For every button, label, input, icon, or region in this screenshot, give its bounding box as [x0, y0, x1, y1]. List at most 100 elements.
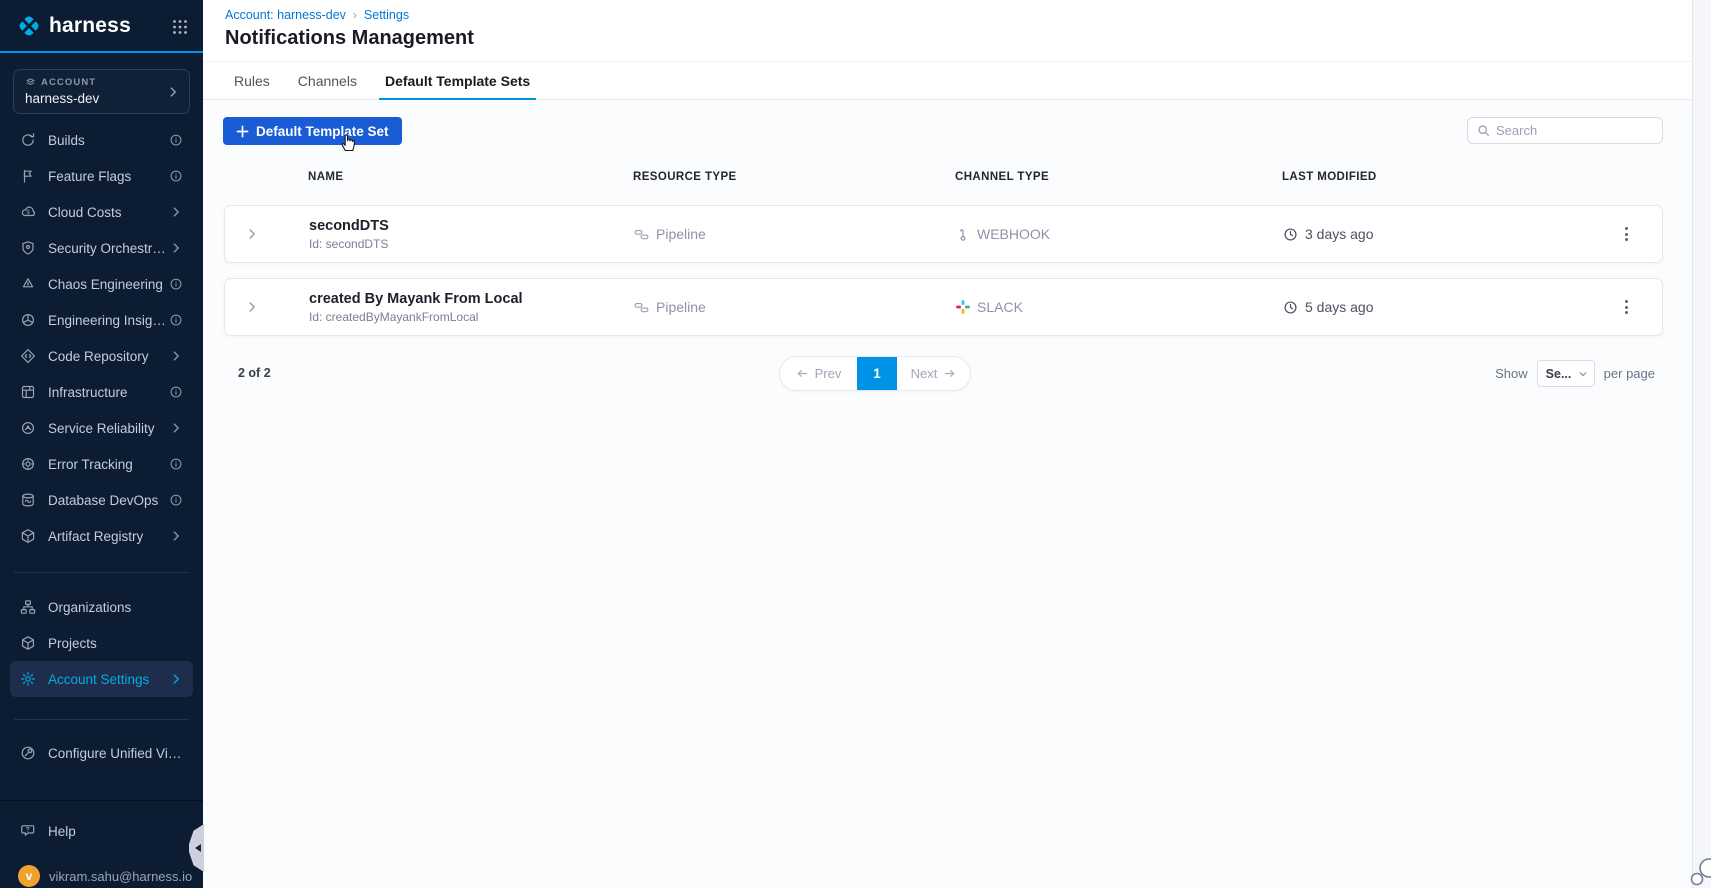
page-size-select[interactable]: Se...: [1536, 360, 1595, 387]
sidebar-item-artifact-registry[interactable]: Artifact Registry: [10, 518, 193, 554]
tab-rules[interactable]: Rules: [232, 62, 272, 99]
sidebar-item-chaos-engineering[interactable]: Chaos Engineering: [10, 266, 193, 302]
breadcrumb-account-link[interactable]: Account: harness-dev: [225, 8, 346, 22]
cloud-costs-icon: $: [20, 204, 36, 220]
sidebar-header: harness: [0, 0, 203, 53]
sidebar-item-infrastructure[interactable]: Infrastructure: [10, 374, 193, 410]
organizations-icon: [20, 599, 36, 615]
sidebar-item-code-repository[interactable]: Code Repository: [10, 338, 193, 374]
chaos-icon: [20, 276, 36, 292]
sidebar-item-label: Infrastructure: [48, 384, 128, 400]
chevron-down-icon: [1578, 369, 1588, 379]
chat-widget-icon[interactable]: [1689, 856, 1711, 893]
kebab-menu-button[interactable]: [1614, 295, 1638, 319]
breadcrumb: Account: harness-dev › Settings: [225, 8, 409, 22]
template-set-id: Id: createdByMayankFromLocal: [309, 309, 479, 324]
chevron-right-icon: [166, 85, 180, 99]
page-title: Notifications Management: [225, 27, 474, 49]
sidebar-item-label: Configure Unified View: [48, 745, 183, 761]
sidebar-nav-primary: Builds Feature Flags $ Cloud Costs Security …: [0, 122, 203, 554]
column-header-channel-type: CHANNEL TYPE: [955, 171, 1050, 183]
sidebar-item-organizations[interactable]: Organizations: [10, 589, 193, 625]
insights-icon: [20, 312, 36, 328]
breadcrumb-settings-link[interactable]: Settings: [364, 8, 409, 22]
app-root: { "sidebar": { "logo_text": "harness", "…: [0, 0, 1711, 888]
sidebar-nav-secondary: Organizations Projects Account Settings: [0, 589, 203, 697]
cell-channel-type: SLACK: [956, 299, 1283, 315]
user-profile-row[interactable]: v vikram.sahu@harness.io: [18, 865, 203, 887]
sidebar-item-label: Cloud Costs: [48, 204, 122, 220]
prev-page-button[interactable]: Prev: [780, 357, 857, 390]
table-row[interactable]: secondDTS Id: secondDTS Pipeline WEBHOOK: [224, 205, 1663, 263]
info-icon: [169, 313, 183, 327]
pagination-bar: 2 of 2 Prev 1 Next Show Se... per page: [224, 350, 1663, 396]
breadcrumb-separator-icon: ›: [352, 8, 357, 22]
projects-icon: [20, 635, 36, 651]
sidebar-item-cloud-costs[interactable]: $ Cloud Costs: [10, 194, 193, 230]
cell-resource-type: Pipeline: [634, 226, 956, 242]
show-label: Show: [1495, 366, 1528, 381]
code-repo-icon: [20, 348, 36, 364]
chevron-right-icon: [169, 672, 183, 686]
collapse-arrow-left-icon: [195, 844, 201, 852]
info-icon: [169, 277, 183, 291]
sidebar-item-security-orchestrat[interactable]: Security Orchestrat...: [10, 230, 193, 266]
cell-last-modified: 3 days ago: [1283, 226, 1606, 242]
add-default-template-set-button[interactable]: Default Template Set: [223, 117, 402, 145]
account-label: ACCOUNT: [41, 77, 97, 88]
table-header: NAME RESOURCE TYPE CHANNEL TYPE LAST MOD…: [224, 166, 1663, 188]
info-icon: [169, 493, 183, 507]
template-set-name: secondDTS: [309, 217, 389, 234]
logo-wordmark: harness: [49, 13, 131, 37]
sidebar-item-label: Projects: [48, 635, 97, 651]
pagination-pill: Prev 1 Next: [779, 356, 971, 391]
error-tracking-icon: [20, 456, 36, 472]
per-page-label: per page: [1603, 366, 1655, 381]
unified-view-icon: [20, 745, 36, 761]
sidebar-item-error-tracking[interactable]: Error Tracking: [10, 446, 193, 482]
sidebar-item-account-settings[interactable]: Account Settings: [10, 661, 193, 697]
account-scope-card[interactable]: ACCOUNT harness-dev: [13, 69, 190, 114]
search-input[interactable]: [1496, 123, 1653, 138]
app-grid-menu-icon[interactable]: [171, 18, 189, 36]
template-set-id: Id: secondDTS: [309, 236, 389, 251]
sidebar-item-help[interactable]: ? Help: [10, 813, 193, 849]
sidebar-item-configure-unified-view[interactable]: Configure Unified View: [10, 735, 193, 771]
page-number-button[interactable]: 1: [857, 357, 897, 390]
help-label: Help: [48, 823, 76, 839]
sidebar-item-database-devops[interactable]: Database DevOps: [10, 482, 193, 518]
sidebar-item-label: Security Orchestrat...: [48, 240, 169, 256]
chevron-right-icon: [169, 529, 183, 543]
help-chat-icon: ?: [20, 823, 36, 839]
main-area: Account: harness-dev › Settings Notifica…: [203, 0, 1711, 888]
column-header-last-modified: LAST MODIFIED: [1282, 171, 1377, 183]
clock-icon: [1283, 227, 1298, 242]
chevron-right-icon: [169, 421, 183, 435]
service-reliability-icon: [20, 420, 36, 436]
chevron-right-icon: [169, 349, 183, 363]
feature-flags-icon: [20, 168, 36, 184]
infrastructure-icon: [20, 384, 36, 400]
sidebar-item-label: Error Tracking: [48, 456, 133, 472]
expand-chevron-icon[interactable]: [225, 227, 309, 241]
artifact-icon: [20, 528, 36, 544]
next-page-button[interactable]: Next: [897, 357, 970, 390]
tab-default-template-sets[interactable]: Default Template Sets: [378, 62, 537, 100]
sidebar-item-engineering-insights[interactable]: Engineering Insights: [10, 302, 193, 338]
expand-chevron-icon[interactable]: [225, 300, 309, 314]
column-header-resource-type: RESOURCE TYPE: [633, 171, 737, 183]
table-row[interactable]: created By Mayank From Local Id: created…: [224, 278, 1663, 336]
sidebar-item-service-reliability[interactable]: Service Reliability: [10, 410, 193, 446]
kebab-menu-button[interactable]: [1614, 222, 1638, 246]
sidebar-item-feature-flags[interactable]: Feature Flags: [10, 158, 193, 194]
sidebar: harness ACCOUNT harness-dev Builds Featur…: [0, 0, 203, 888]
chevron-right-icon: [169, 241, 183, 255]
sidebar-item-builds[interactable]: Builds: [10, 122, 193, 158]
builds-icon: [20, 132, 36, 148]
tab-channels[interactable]: Channels: [296, 62, 359, 99]
sidebar-divider: [14, 572, 189, 573]
svg-text:?: ?: [26, 827, 30, 834]
cell-channel-type: WEBHOOK: [956, 226, 1283, 242]
sidebar-item-label: Builds: [48, 132, 85, 148]
sidebar-item-projects[interactable]: Projects: [10, 625, 193, 661]
